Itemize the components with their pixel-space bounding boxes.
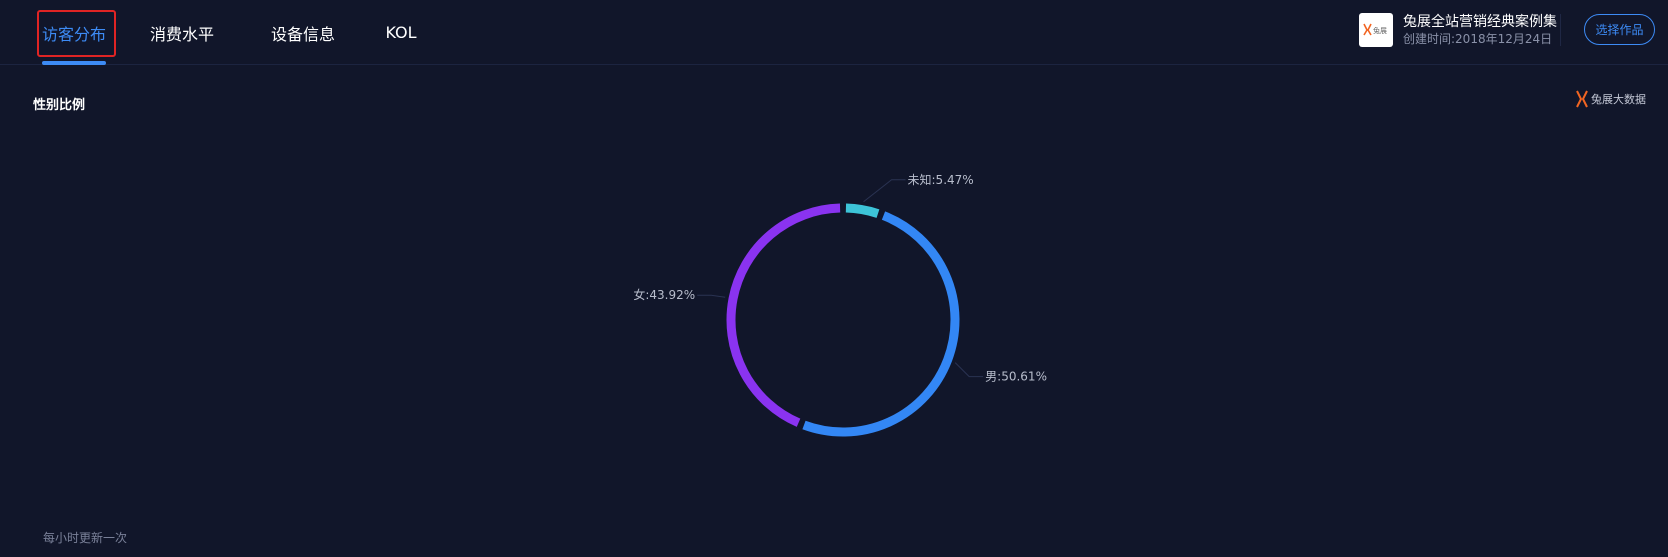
rabbit-logo-icon <box>1576 90 1588 108</box>
gender-donut-chart: 未知:5.47% 男:50.61% 女:43.92% <box>633 173 1047 437</box>
work-created-date: 创建时间:2018年12月24日 <box>1403 32 1553 46</box>
label-leader-line-1 <box>863 179 906 203</box>
brand-watermark: 兔展大数据 <box>1575 90 1646 108</box>
label-leader-line-2 <box>954 362 984 378</box>
active-tab-indicator <box>42 61 106 65</box>
svg-text:兔展: 兔展 <box>1373 26 1387 35</box>
tab-kol[interactable]: KOL <box>383 0 419 65</box>
work-title: 兔展全站营销经典案例集 <box>1403 14 1557 30</box>
update-frequency-note: 每小时更新一次 <box>43 531 128 545</box>
slice-label-2: 男:50.61% <box>985 370 1047 384</box>
donut-slice-3[interactable] <box>726 203 841 427</box>
work-thumbnail: 兔展 <box>1359 13 1393 47</box>
brand-text: 兔展大数据 <box>1591 93 1646 106</box>
tab-device-info[interactable]: 设备信息 <box>271 0 335 65</box>
section-title: 性别比例 <box>33 98 86 113</box>
tab-visitor-distribution[interactable]: 访客分布 <box>42 0 106 65</box>
donut-slice-2[interactable] <box>802 211 960 437</box>
slice-label-3: 女:43.92% <box>633 287 695 302</box>
rabbit-logo-icon: 兔展 <box>1363 23 1387 36</box>
slice-label-1: 未知:5.47% <box>908 173 974 187</box>
header-divider <box>1560 14 1561 46</box>
label-leader-line-3 <box>697 294 726 298</box>
select-work-button[interactable]: 选择作品 <box>1584 14 1655 45</box>
donut-slice-1[interactable] <box>845 203 880 218</box>
gender-ratio-chart: 未知:5.47% 男:50.61% 女:43.92% <box>0 140 1668 470</box>
current-work-info[interactable]: 兔展 兔展全站营销经典案例集 创建时间:2018年12月24日 <box>1359 12 1557 48</box>
top-navigation-bar: 访客分布 消费水平 设备信息 KOL 兔展 兔展全站营销经典案例集 创建时间:2… <box>0 0 1668 65</box>
tab-consumption-level[interactable]: 消费水平 <box>150 0 214 65</box>
work-text: 兔展全站营销经典案例集 创建时间:2018年12月24日 <box>1403 13 1557 47</box>
